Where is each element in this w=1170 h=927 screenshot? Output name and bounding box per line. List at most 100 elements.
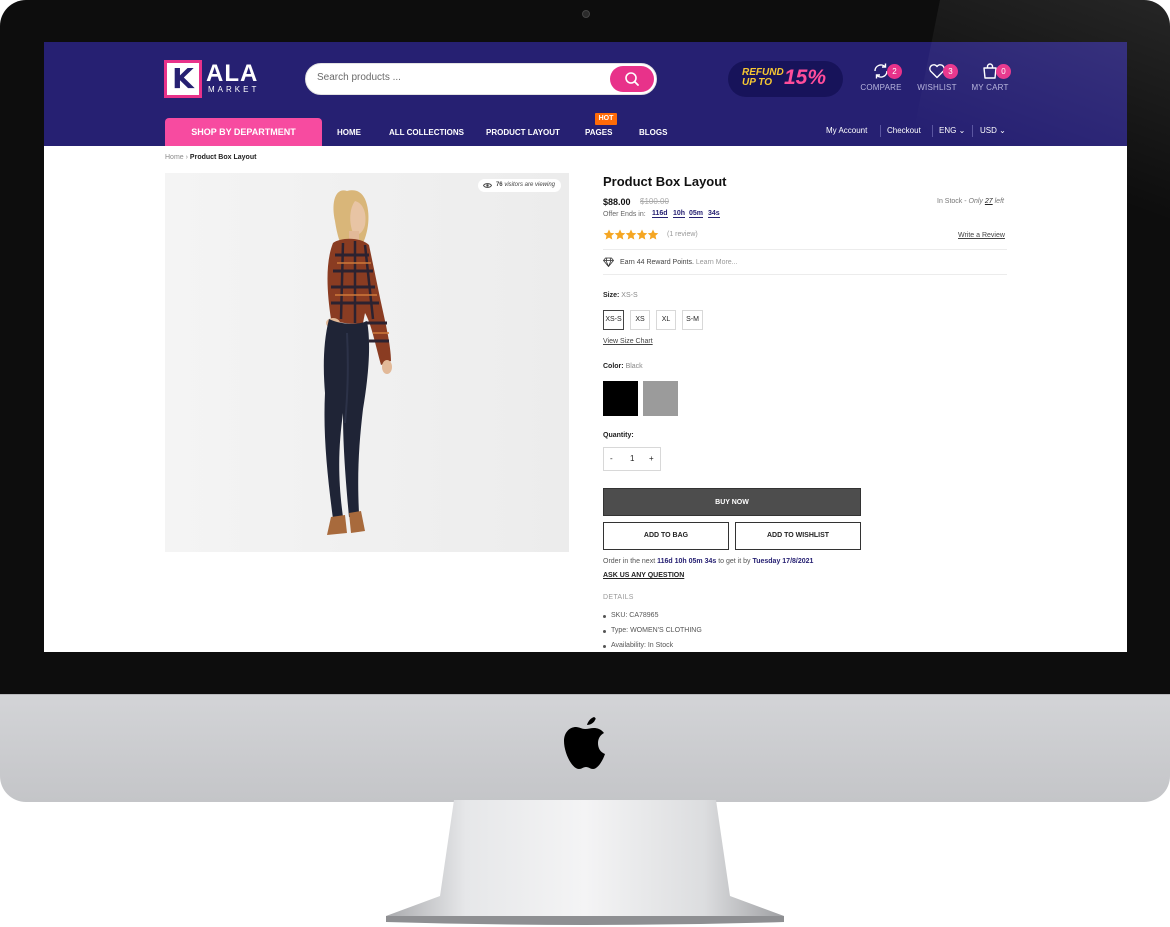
offer-hours: 10h — [673, 210, 686, 218]
breadcrumb: Home › Product Box Layout — [165, 154, 256, 161]
search-input[interactable] — [317, 72, 597, 83]
color-selected-value: Black — [625, 363, 643, 370]
eye-icon — [482, 183, 492, 188]
color-label: Color: Black — [603, 363, 643, 370]
wishlist-count-badge: 3 — [943, 64, 958, 79]
header-divider — [972, 125, 973, 137]
offer-seconds: 34s — [708, 210, 720, 218]
divider — [603, 249, 1007, 250]
product-old-price: $100.00 — [640, 197, 669, 206]
nav-home[interactable]: HOME — [337, 128, 361, 137]
breadcrumb-home[interactable]: Home — [165, 154, 184, 161]
star-icon — [625, 229, 637, 240]
detail-item-sku: SKU: CA78965 — [602, 612, 659, 619]
search-bar — [305, 63, 657, 95]
nav-product-layout[interactable]: PRODUCT LAYOUT — [486, 128, 560, 137]
order-countdown: 116d 10h 05m 34s — [657, 558, 717, 565]
buy-now-button[interactable]: BUY NOW — [603, 488, 861, 516]
stock-suffix: left — [994, 198, 1004, 205]
visitors-count: 76 — [495, 182, 503, 188]
diamond-icon — [603, 257, 614, 267]
size-selected-value: XS-S — [621, 292, 638, 299]
hot-badge: HOT — [595, 113, 617, 125]
color-swatch-grey[interactable] — [643, 381, 678, 416]
promo-line-2: UP TO — [742, 77, 773, 88]
cart-count-badge: 0 — [996, 64, 1011, 79]
offer-label: Offer Ends in: — [603, 211, 646, 218]
add-to-bag-button[interactable]: ADD TO BAG — [603, 522, 729, 550]
compare-label: COMPARE — [860, 83, 902, 92]
product-title: Product Box Layout — [603, 174, 727, 189]
stock-only: Only — [968, 198, 983, 205]
offer-minutes: 05m — [689, 210, 704, 218]
cart-button[interactable]: 0 MY CART — [965, 62, 1015, 98]
wishlist-button[interactable]: 3 WISHLIST — [912, 62, 962, 98]
visitors-viewing-badge: 76 visitors are viewing — [477, 179, 561, 192]
star-icon — [603, 229, 615, 240]
currency-value: USD — [980, 126, 997, 135]
my-account-link[interactable]: My Account — [826, 126, 867, 135]
language-value: ENG — [939, 126, 957, 135]
header-divider — [880, 125, 881, 137]
chevron-down-icon: ⌄ — [999, 126, 1006, 135]
search-button[interactable] — [610, 66, 654, 92]
size-chart-link[interactable]: View Size Chart — [603, 338, 653, 345]
size-option-xl[interactable]: XL — [656, 310, 676, 330]
size-option-xs[interactable]: XS — [630, 310, 650, 330]
nav-blogs[interactable]: BLOGS — [639, 128, 667, 137]
monitor-stand — [386, 800, 784, 925]
details-heading: DETAILS — [603, 594, 634, 601]
product-image[interactable]: 76 visitors are viewing — [165, 173, 569, 552]
breadcrumb-current: Product Box Layout — [189, 154, 257, 161]
star-icon — [636, 229, 648, 240]
size-label-text: Size: — [603, 292, 620, 299]
nav-pages[interactable]: PAGES — [585, 128, 612, 137]
model-photo — [165, 173, 569, 552]
checkout-link[interactable]: Checkout — [887, 126, 921, 135]
detail-item-availability: Availability: In Stock — [602, 642, 674, 649]
quantity-increase-button[interactable]: + — [649, 454, 654, 463]
color-swatch-black[interactable] — [603, 381, 638, 416]
size-option-xs-s[interactable]: XS-S — [603, 310, 624, 330]
reward-points: Earn 44 Reward Points. Learn More... — [620, 259, 738, 266]
detail-item-type: Type: WOMEN'S CLOTHING — [603, 627, 702, 634]
color-label-text: Color: — [603, 363, 624, 370]
reward-learn-more-link[interactable]: Learn More... — [696, 259, 738, 266]
ask-question-link[interactable]: ASK US ANY QUESTION — [603, 572, 684, 579]
stock-status: In Stock - Only 27 left — [937, 198, 1004, 205]
currency-selector[interactable]: USD ⌄ — [980, 126, 1006, 135]
order-prefix: Order in the next — [603, 558, 656, 565]
quantity-decrease-button[interactable]: - — [610, 454, 613, 463]
nav-all-collections[interactable]: ALL COLLECTIONS — [389, 128, 464, 137]
order-date: Tuesday 17/8/2021 — [752, 558, 814, 565]
cart-label: MY CART — [971, 83, 1009, 92]
refund-promo-banner[interactable]: REFUND UP TO 15% — [728, 61, 843, 97]
language-selector[interactable]: ENG ⌄ — [939, 126, 965, 135]
apple-logo-icon — [564, 717, 605, 769]
stock-count: 27 — [984, 198, 993, 205]
reward-text: Earn 44 Reward Points. — [620, 259, 694, 266]
stock-prefix: In Stock - — [937, 198, 969, 205]
quantity-value[interactable]: 1 — [630, 454, 634, 463]
review-count[interactable]: (1 review) — [667, 231, 698, 238]
size-option-s-m[interactable]: S-M — [682, 310, 703, 330]
wishlist-label: WISHLIST — [917, 83, 957, 92]
write-review-link[interactable]: Write a Review — [958, 232, 1005, 239]
imac-mockup: K ALA MARKET REFUND UP TO 15% — [0, 0, 1170, 927]
quantity-label: Quantity: — [603, 432, 634, 439]
quantity-stepper: - 1 + — [603, 447, 661, 471]
browser-screen: K ALA MARKET REFUND UP TO 15% — [44, 42, 1127, 652]
logo-mark: K — [164, 60, 202, 98]
site-logo[interactable]: K ALA MARKET — [164, 60, 269, 98]
divider — [603, 274, 1007, 275]
add-to-wishlist-button[interactable]: ADD TO WISHLIST — [735, 522, 861, 550]
compare-button[interactable]: 2 COMPARE — [856, 62, 906, 98]
webcam — [582, 10, 590, 18]
visitors-text: visitors are viewing — [504, 182, 555, 188]
shop-by-department-button[interactable]: SHOP BY DEPARTMENT — [165, 118, 322, 146]
offer-days: 116d — [652, 210, 668, 218]
rating-stars — [603, 229, 659, 240]
header-divider — [932, 125, 933, 137]
site-header: K ALA MARKET REFUND UP TO 15% — [44, 42, 1127, 146]
logo-subtitle: MARKET — [208, 85, 260, 94]
